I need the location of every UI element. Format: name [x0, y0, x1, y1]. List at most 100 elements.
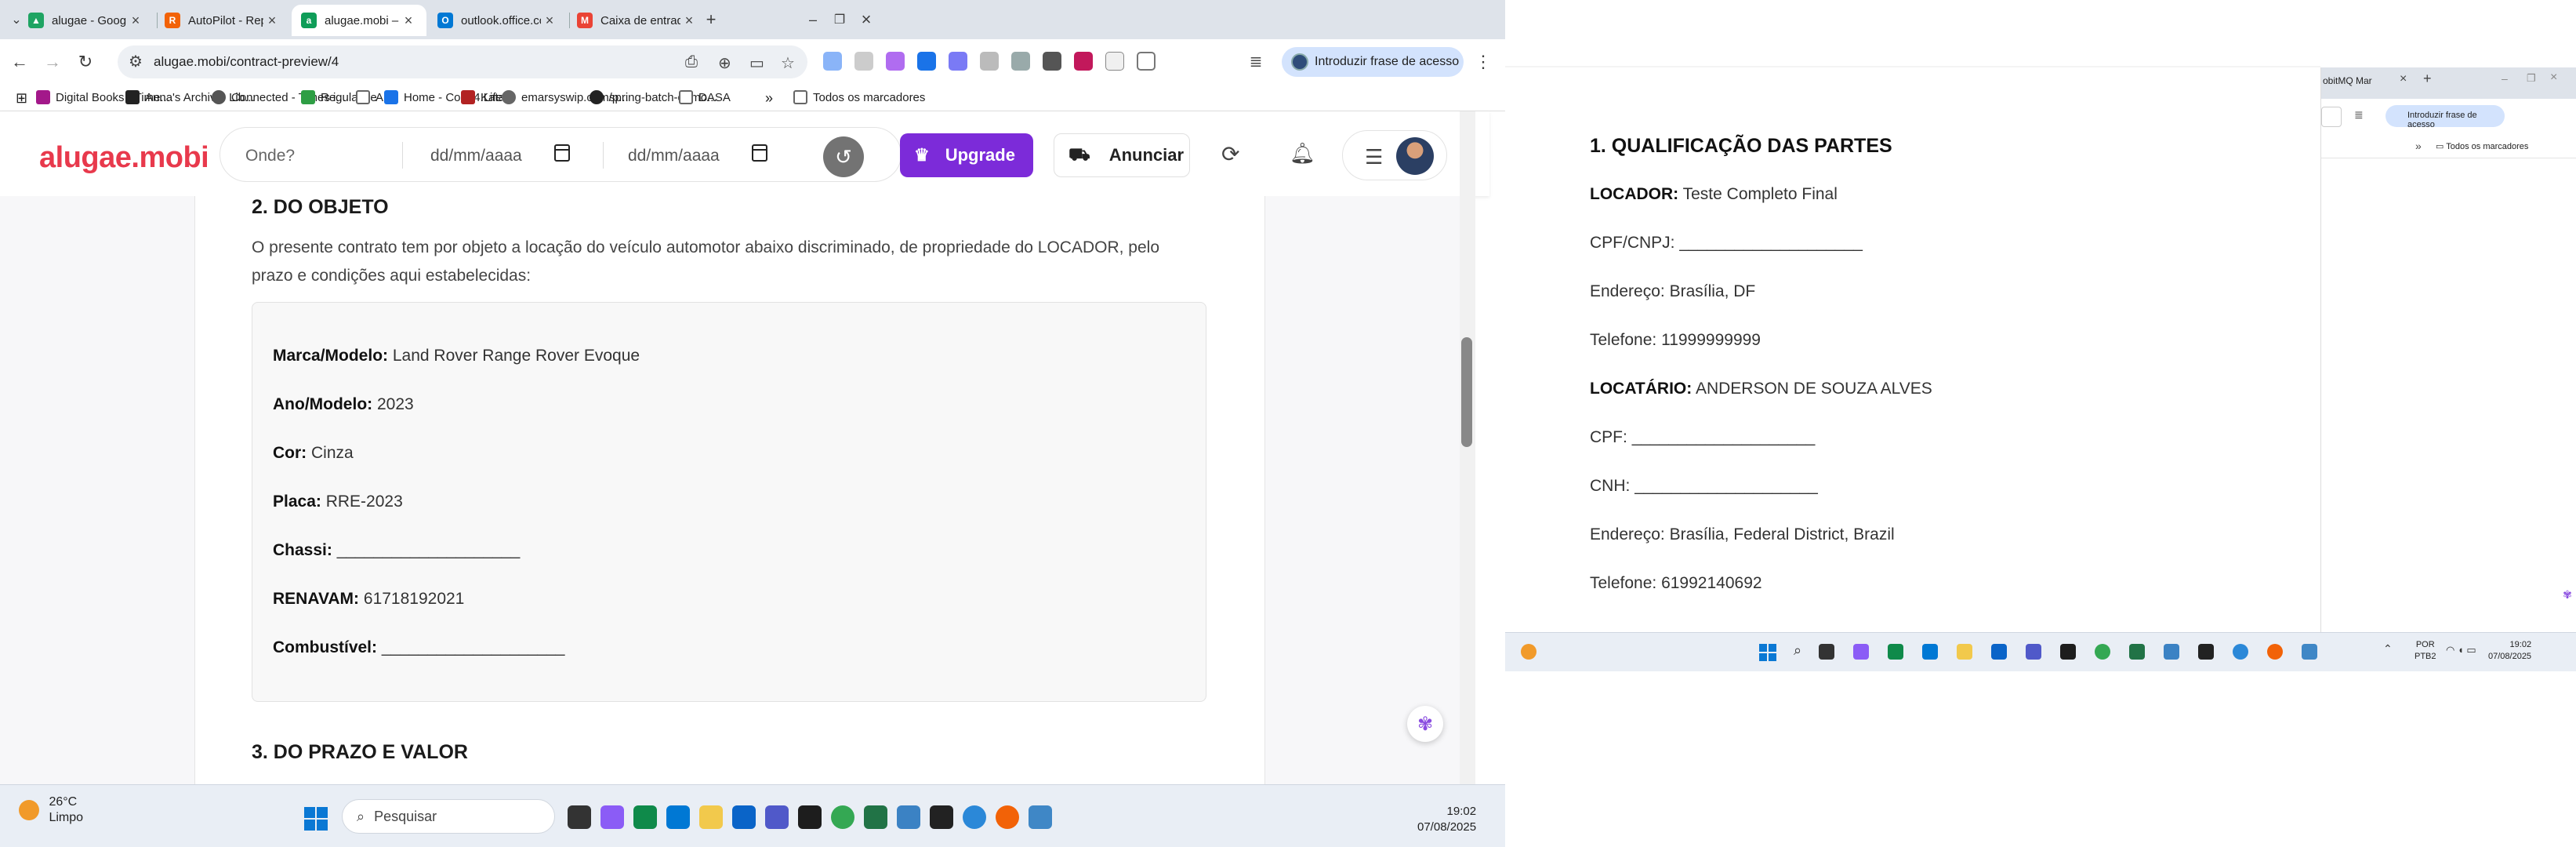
second-taskbar-clock[interactable]: 19:02 07/08/2025 — [2488, 639, 2531, 663]
forward-icon[interactable]: → — [39, 49, 66, 75]
task-view-icon[interactable] — [1819, 644, 1834, 660]
notepad-icon[interactable] — [897, 805, 920, 829]
calendar-icon[interactable] — [554, 144, 570, 162]
outlook-icon[interactable] — [732, 805, 756, 829]
more-bookmarks-icon[interactable]: » — [2415, 140, 2422, 152]
user-menu[interactable]: ☰ — [1342, 130, 1447, 180]
terminal-icon[interactable] — [930, 805, 953, 829]
close-tab-icon[interactable]: × — [2400, 72, 2407, 86]
app-icon[interactable] — [963, 805, 986, 829]
close-tab-icon[interactable]: × — [127, 13, 144, 29]
outlook-icon[interactable] — [1991, 644, 2007, 660]
site-info-icon[interactable]: ⚙ — [129, 52, 143, 71]
maximize-button[interactable]: ❐ — [826, 6, 853, 33]
extensions-puzzle-icon[interactable] — [1105, 52, 1124, 71]
close-tab-icon[interactable]: × — [263, 13, 281, 29]
maximize-button[interactable]: ❐ — [2527, 72, 2536, 85]
extension-icon-7[interactable] — [1011, 52, 1030, 71]
file-explorer-icon[interactable] — [1957, 644, 1972, 660]
site-logo[interactable]: alugae.mobi — [39, 141, 209, 175]
store-icon[interactable] — [666, 805, 690, 829]
back-icon[interactable]: ← — [6, 49, 33, 75]
app-icon[interactable] — [2233, 644, 2248, 660]
taskbar-search-input[interactable]: ⌕ Pesquisar — [342, 799, 555, 834]
tab-search-icon[interactable] — [1137, 52, 1156, 71]
passphrase-button[interactable]: Introduzir frase de acesso — [1282, 47, 1464, 77]
extension-icon-4[interactable] — [917, 52, 936, 71]
new-tab-button[interactable]: + — [698, 6, 724, 33]
payment-icon[interactable]: ▭ — [749, 53, 764, 73]
media-icon[interactable]: ≣ — [1246, 52, 1265, 71]
tab-replit[interactable]: R AutoPilot - Replit × — [155, 5, 290, 36]
copilot-icon[interactable] — [600, 805, 624, 829]
zoom-icon[interactable]: ⊕ — [718, 53, 731, 73]
bookmark-folder-ai[interactable]: AI — [356, 90, 386, 104]
close-window-button[interactable]: × — [853, 6, 880, 33]
extension-icon-3[interactable] — [886, 52, 905, 71]
notepad-icon[interactable] — [2164, 644, 2179, 660]
notification-bell-icon[interactable]: 🔔︎ — [1290, 141, 1315, 165]
browser-menu-icon[interactable]: ⋮ — [1470, 49, 1497, 75]
calendar-icon[interactable] — [752, 144, 767, 162]
taskbar-clock[interactable]: 19:02 07/08/2025 — [1417, 804, 1476, 835]
minimize-button[interactable]: – — [800, 6, 826, 33]
start-date-input[interactable]: dd/mm/aaaa — [430, 147, 522, 165]
task-view-icon[interactable] — [568, 805, 591, 829]
scrollbar-thumb[interactable] — [1461, 337, 1472, 447]
file-explorer-icon[interactable] — [699, 805, 723, 829]
weather-widget[interactable]: 26°C Limpo — [19, 794, 83, 826]
close-tab-icon[interactable]: × — [541, 13, 558, 29]
ai-assistant-icon[interactable]: ✾ — [1407, 706, 1443, 742]
terminal-icon[interactable] — [2198, 644, 2214, 660]
store-icon[interactable] — [1922, 644, 1938, 660]
teams-icon[interactable] — [765, 805, 789, 829]
location-input[interactable]: Onde? — [245, 147, 295, 165]
close-tab-icon[interactable]: × — [400, 13, 417, 29]
copilot-icon[interactable] — [1853, 644, 1869, 660]
ai-assistant-icon[interactable]: ✾ — [2560, 587, 2575, 602]
extension-icon-9[interactable] — [1074, 52, 1093, 71]
edge-icon[interactable] — [633, 805, 657, 829]
end-date-input[interactable]: dd/mm/aaaa — [628, 147, 720, 165]
wifi-icon[interactable]: ◠ ◖ ▭ — [2446, 644, 2476, 656]
chrome-icon[interactable] — [831, 805, 854, 829]
reload-icon[interactable]: ↻ — [72, 49, 99, 75]
extension-icon-1[interactable] — [823, 52, 842, 71]
reset-search-button[interactable]: ↺ — [823, 136, 864, 177]
all-bookmarks-folder[interactable]: ▭ Todos os marcadores — [2436, 141, 2528, 151]
tab-alugae[interactable]: a alugae.mobi – Aluguel de C × — [292, 5, 426, 36]
extension-icon-8[interactable] — [1043, 52, 1061, 71]
weather-sun-icon[interactable] — [1521, 644, 1537, 660]
upgrade-button[interactable]: ♛ Upgrade — [900, 133, 1033, 177]
tab-google-drive[interactable]: ▲ alugae - Google Drive × — [19, 5, 154, 36]
edge-icon[interactable] — [1888, 644, 1903, 660]
git-icon[interactable] — [1029, 805, 1052, 829]
omnibox-fragment[interactable] — [2321, 107, 2342, 127]
windows-start-icon[interactable] — [1759, 644, 1776, 661]
chrome-icon[interactable] — [2095, 644, 2110, 660]
all-bookmarks-folder[interactable]: Todos os marcadores — [793, 90, 925, 104]
excel-icon[interactable] — [2129, 644, 2145, 660]
postman-icon[interactable] — [2267, 644, 2283, 660]
intellij-icon[interactable] — [798, 805, 822, 829]
sync-icon[interactable]: ⟳ — [1221, 141, 1239, 167]
git-icon[interactable] — [2302, 644, 2317, 660]
tab-outlook[interactable]: O outlook.office.com/mail/ABTSlg × — [428, 5, 568, 36]
address-bar[interactable]: ⚙ alugae.mobi/contract-preview/4 ⎙ ⊕ ▭ ☆ — [118, 45, 807, 78]
teams-icon[interactable] — [2026, 644, 2041, 660]
chevron-up-icon[interactable]: ⌃ — [2383, 642, 2393, 656]
new-tab-button[interactable]: + — [2423, 71, 2432, 87]
apps-icon[interactable]: ⊞ — [16, 90, 27, 107]
media-icon[interactable]: ≣ — [2354, 108, 2364, 122]
tab-gmail[interactable]: M Caixa de entrada (102.215) - ar × — [568, 5, 707, 36]
more-bookmarks-icon[interactable]: » — [765, 90, 773, 107]
minimize-button[interactable]: – — [2502, 72, 2508, 85]
tab-fragment[interactable]: obitMQ Mar — [2323, 75, 2372, 86]
anunciar-button[interactable]: ⛟ Anunciar — [1054, 133, 1190, 177]
extension-icon-6[interactable] — [980, 52, 999, 71]
intellij-icon[interactable] — [2060, 644, 2076, 660]
bookmark-folder-dasa[interactable]: DASA — [679, 90, 731, 104]
install-app-icon[interactable]: ⎙ — [685, 53, 698, 71]
search-icon[interactable]: ⌕ — [1794, 642, 1801, 659]
language-indicator[interactable]: POR PTB2 — [2415, 639, 2436, 663]
